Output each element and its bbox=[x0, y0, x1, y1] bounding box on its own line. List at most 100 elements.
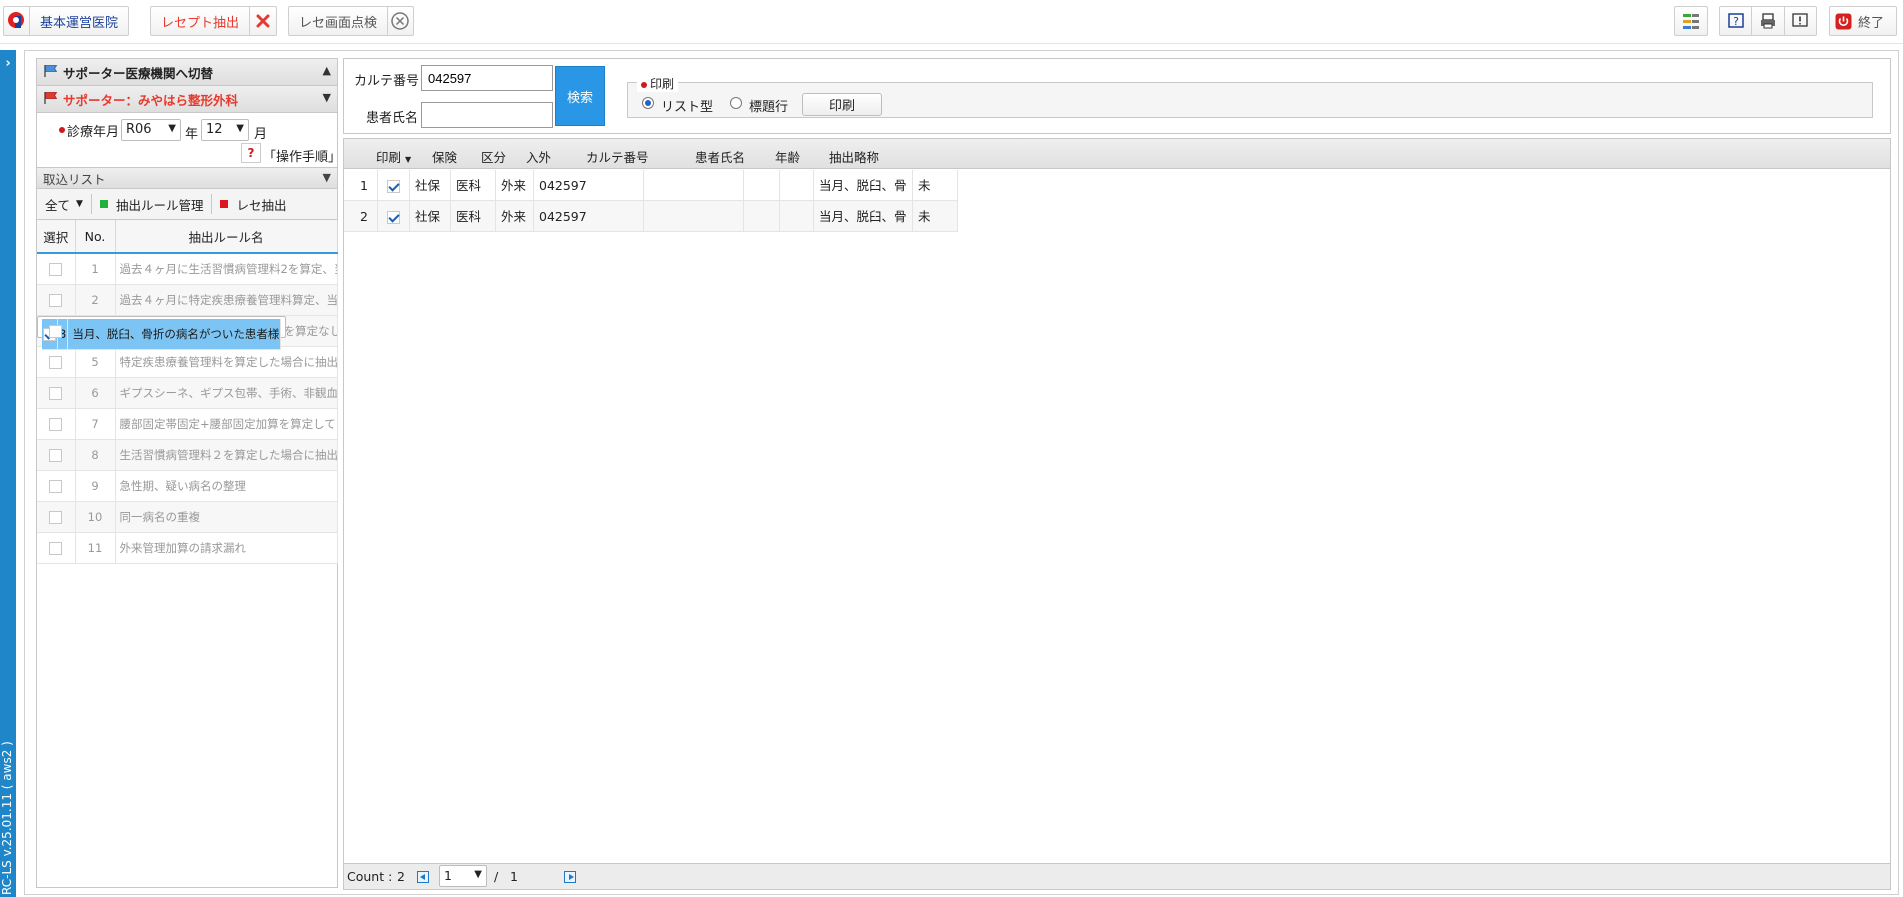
rule-row[interactable]: 10 同一病名の重複 bbox=[37, 501, 338, 533]
rule-manage-button[interactable]: 抽出ルール管理 bbox=[92, 189, 212, 220]
radio-list-type[interactable] bbox=[642, 97, 654, 109]
year-suffix: 年 bbox=[185, 127, 199, 142]
row-rule-name: 生活習慣病管理料２を算定した場合に抽出 bbox=[115, 439, 338, 471]
row-select-cell[interactable] bbox=[37, 532, 76, 564]
import-list-header[interactable]: 取込リスト ▼ bbox=[37, 167, 337, 189]
cell-index: 2 bbox=[344, 201, 378, 232]
cell-karte: 042597 bbox=[534, 170, 644, 201]
patient-name-input[interactable] bbox=[421, 102, 553, 128]
circle-x-icon[interactable] bbox=[388, 7, 413, 35]
cell-patient bbox=[644, 170, 744, 201]
prev-page-icon[interactable] bbox=[417, 871, 429, 883]
receipt-extract-run-label: レセ抽出 bbox=[236, 197, 287, 213]
grid-row[interactable]: 1 社保 医科 外来 042597 当月、脱臼、骨未 bbox=[344, 170, 958, 201]
row-checkbox[interactable] bbox=[49, 418, 63, 431]
row-select-cell[interactable] bbox=[37, 253, 76, 285]
row-checkbox[interactable] bbox=[49, 449, 63, 462]
cell-print-checkbox[interactable] bbox=[378, 170, 410, 201]
expand-chevron-icon[interactable]: › bbox=[0, 56, 16, 71]
row-no: 2 bbox=[75, 284, 116, 316]
era-select[interactable]: R06 ▼ bbox=[121, 119, 181, 141]
exit-button[interactable]: 終了 bbox=[1829, 6, 1897, 36]
col-karte: カルテ番号 bbox=[586, 150, 649, 165]
rule-table-header: 選択 No. 抽出ルール名 bbox=[37, 220, 338, 254]
receipt-extract-run-button[interactable]: レセ抽出 bbox=[212, 189, 294, 220]
result-grid: 印刷 ▼ 保険 区分 入外 カルテ番号 患者氏名 年齢 抽出略称 1 社保 医科 外来… bbox=[343, 138, 1891, 890]
row-checkbox[interactable] bbox=[49, 542, 63, 555]
print-checkbox[interactable] bbox=[387, 211, 400, 224]
print-icon[interactable] bbox=[1752, 7, 1783, 35]
row-rule-name: 過去４ヶ月に特定疾患療養管理料算定、当月 bbox=[115, 284, 338, 316]
grid-row[interactable]: 2 社保 医科 外来 042597 当月、脱臼、骨未 bbox=[344, 201, 958, 232]
manual-link[interactable]: 「操作手順」 bbox=[263, 146, 341, 165]
date-row: 診療年月 R06 ▼ 年 12 ▼ 月 bbox=[37, 113, 337, 142]
caret-down-icon: ▼ bbox=[405, 155, 412, 164]
row-select-cell[interactable] bbox=[37, 439, 76, 471]
row-checkbox[interactable] bbox=[49, 480, 63, 493]
clinic-name: 基本運営医院 bbox=[39, 15, 118, 31]
rule-row[interactable]: 11 外来管理加算の請求漏れ bbox=[37, 532, 338, 564]
side-strip: › RC-LS v.25.01.11 ( aws2 ) bbox=[0, 50, 16, 897]
required-dot-icon bbox=[641, 81, 647, 88]
rule-row[interactable]: 2 過去４ヶ月に特定疾患療養管理料算定、当月 bbox=[37, 284, 338, 316]
chevron-down-icon[interactable]: ▼ bbox=[323, 171, 331, 184]
month-select[interactable]: 12 ▼ bbox=[201, 119, 249, 141]
rule-row[interactable]: 1 過去４ヶ月に生活習慣病管理料2を算定、当月 bbox=[37, 253, 338, 285]
rule-row[interactable]: 9 急性期、疑い病名の整理 bbox=[37, 470, 338, 502]
switch-supporter-header[interactable]: サポーター医療機関へ切替 ▲ bbox=[37, 59, 337, 86]
row-checkbox[interactable] bbox=[49, 293, 63, 307]
cell-category: 医科 bbox=[451, 170, 496, 201]
print-group-legend: 印刷 bbox=[637, 75, 679, 92]
rule-row[interactable]: 5 特定疾患療養管理料を算定した場合に抽出 bbox=[37, 346, 338, 378]
clinic-button[interactable]: 基本運営医院 bbox=[3, 6, 129, 36]
top-toolbar: 基本運営医院 レセプト抽出 レセ画面点検 ? 終了 bbox=[0, 0, 1903, 44]
row-checkbox[interactable] bbox=[49, 262, 63, 276]
left-panel: サポーター医療機関へ切替 ▲ サポーター：みやはら整形外科 ▼ 診療年月 R06… bbox=[36, 58, 341, 888]
row-checkbox[interactable] bbox=[49, 511, 63, 524]
question-icon[interactable]: ? bbox=[241, 143, 261, 163]
receipt-check-button[interactable]: レセ画面点検 bbox=[288, 6, 414, 36]
rule-row[interactable]: 3 当月、脱臼、骨折の病名がついた患者様 bbox=[37, 315, 287, 350]
switch-supporter-label: サポーター医療機関へ切替 bbox=[63, 65, 214, 81]
row-select-cell[interactable] bbox=[37, 470, 76, 502]
print-button[interactable]: 印刷 bbox=[802, 93, 882, 116]
rule-row[interactable]: 8 生活習慣病管理料２を算定した場合に抽出 bbox=[37, 439, 338, 471]
row-select-cell[interactable] bbox=[37, 501, 76, 533]
cell-status: 未 bbox=[913, 201, 958, 232]
help-icon[interactable]: ? bbox=[1720, 7, 1751, 35]
chevron-down-icon[interactable]: ▼ bbox=[323, 91, 331, 104]
row-select-cell[interactable] bbox=[37, 284, 76, 316]
receipt-extract-button[interactable]: レセプト抽出 bbox=[150, 6, 277, 36]
help-buttons-group: ? bbox=[1719, 6, 1817, 36]
row-checkbox[interactable] bbox=[49, 356, 63, 369]
row-rule-name: 外来管理加算の請求漏れ bbox=[115, 532, 338, 564]
karte-number-input[interactable] bbox=[421, 65, 553, 91]
print-checkbox[interactable] bbox=[387, 180, 400, 193]
row-rule-name: 過去４ヶ月に生活習慣病管理料2を算定、当月 bbox=[115, 253, 338, 285]
radio-title-row[interactable] bbox=[730, 97, 742, 109]
row-select-cell[interactable] bbox=[37, 346, 76, 378]
next-page-icon[interactable] bbox=[564, 871, 576, 883]
select-all-label: 全て bbox=[45, 197, 71, 213]
search-button[interactable]: 検索 bbox=[555, 66, 605, 126]
month-suffix: 月 bbox=[254, 127, 268, 142]
row-select-cell[interactable] bbox=[37, 408, 76, 440]
import-list-label: 取込リスト bbox=[43, 171, 106, 187]
close-x-icon[interactable] bbox=[250, 7, 276, 35]
rule-row[interactable]: 7 腰部固定帯固定+腰部固定加算を算定してい bbox=[37, 408, 338, 440]
row-checkbox[interactable] bbox=[49, 324, 63, 338]
page-select[interactable]: 1 ▼ bbox=[439, 865, 487, 887]
chevron-up-icon[interactable]: ▲ bbox=[323, 64, 331, 77]
row-select-cell[interactable] bbox=[37, 377, 76, 409]
select-all-dropdown[interactable]: 全て ▼ bbox=[37, 189, 91, 220]
supporter-header[interactable]: サポーター：みやはら整形外科 ▼ bbox=[37, 86, 337, 113]
rule-row[interactable]: 6 ギプスシーネ、ギプス包帯、手術、非観血的 bbox=[37, 377, 338, 409]
user-settings-button[interactable] bbox=[1674, 6, 1708, 36]
cell-index: 1 bbox=[344, 170, 378, 201]
col-print[interactable]: 印刷 ▼ bbox=[376, 147, 411, 166]
cell-age bbox=[744, 170, 780, 201]
row-checkbox[interactable] bbox=[49, 387, 63, 400]
cell-print-checkbox[interactable] bbox=[378, 201, 410, 232]
green-square-icon bbox=[99, 200, 108, 208]
notice-icon[interactable] bbox=[1785, 7, 1816, 35]
